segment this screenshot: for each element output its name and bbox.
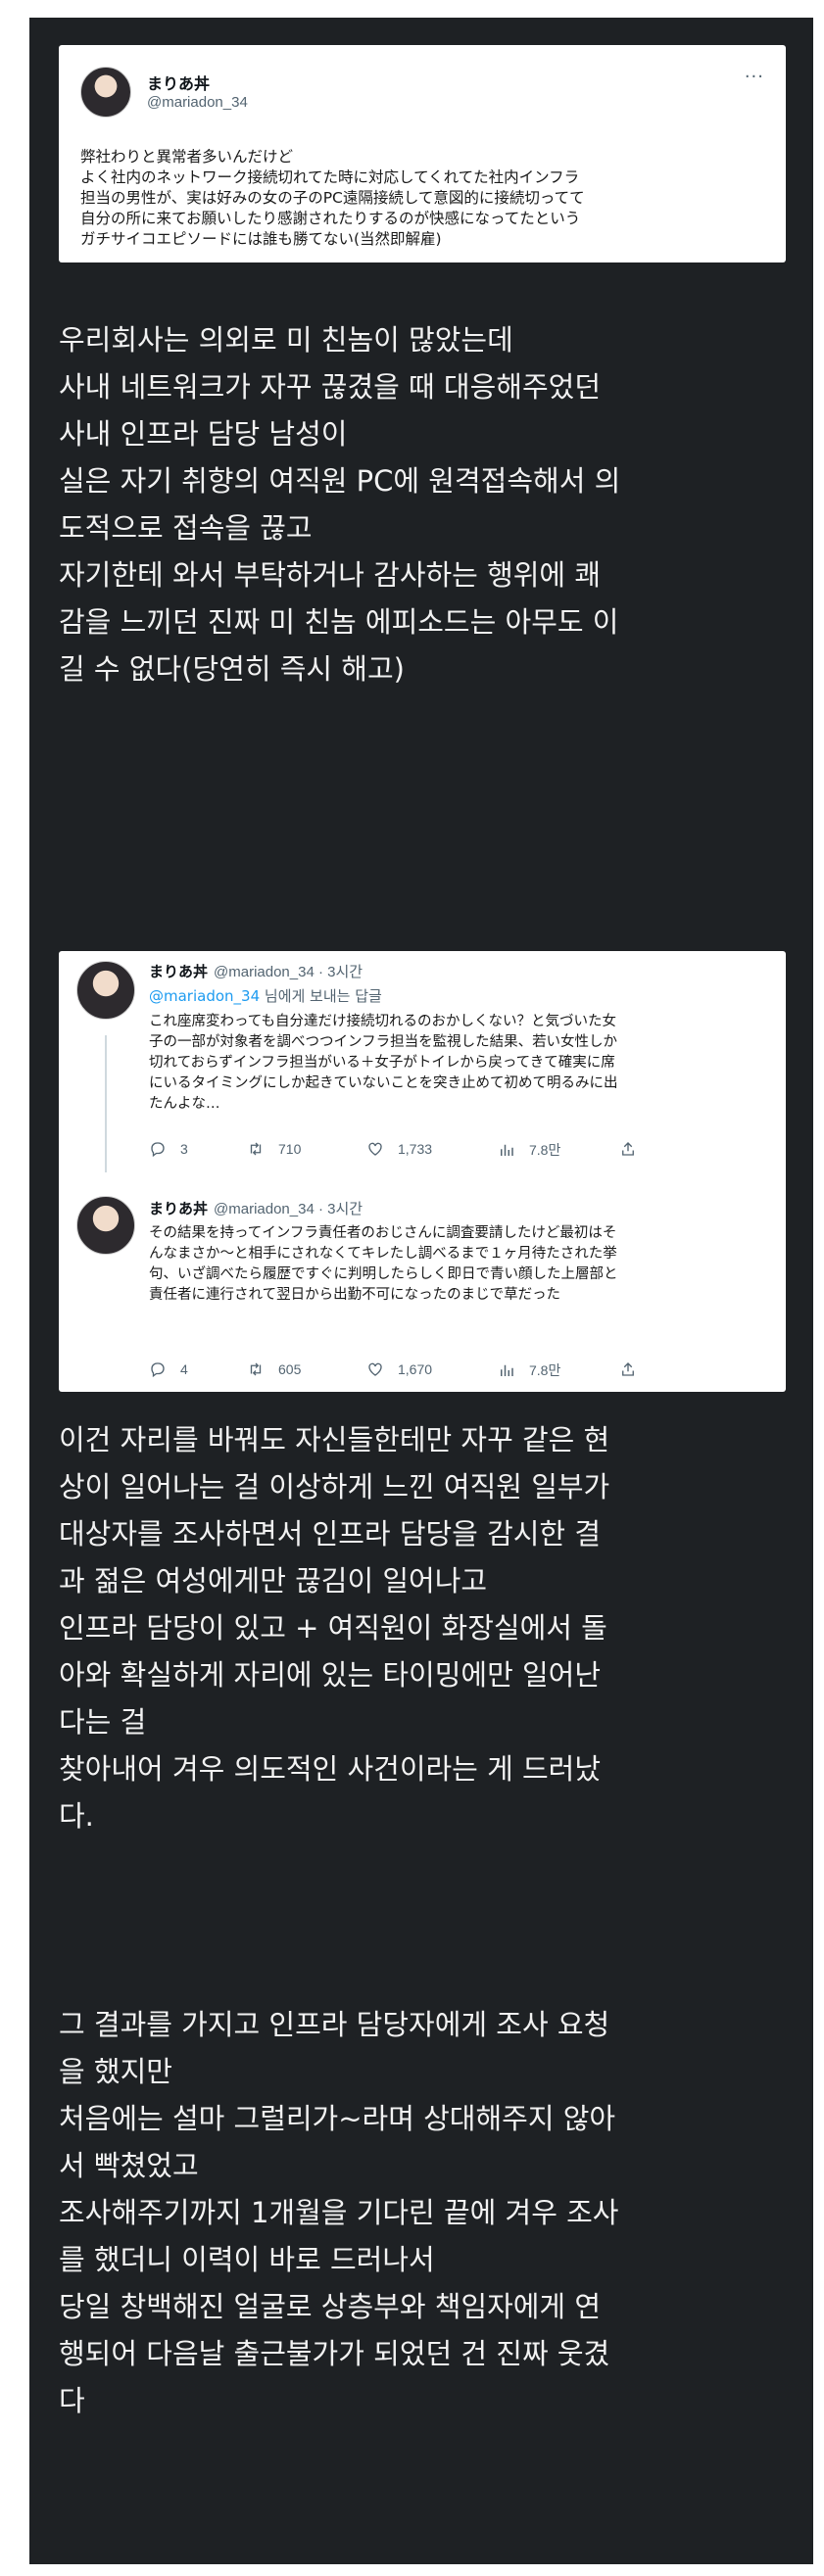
views-icon xyxy=(501,1144,513,1156)
more-icon[interactable]: ··· xyxy=(745,67,764,87)
avatar[interactable] xyxy=(80,67,131,118)
views-icon xyxy=(501,1364,513,1376)
reply-header: まりあ丼 @mariadon_34 · 3시간 xyxy=(149,961,363,981)
like-icon xyxy=(368,1362,382,1376)
reply-text: これ座席変わっても自分達だけ接続切れるのおかしくない？と気づいた女 子の一部が対… xyxy=(149,1014,618,1112)
reply-icon xyxy=(151,1362,165,1378)
retweet-icon xyxy=(250,1142,262,1156)
views-count: 7.8만 xyxy=(529,1142,561,1158)
translation-paragraph-1: 우리회사는 의외로 미 친놈이 많았는데 사내 네트워크가 자꾸 끊겼을 때 대… xyxy=(59,323,621,686)
tweet-handle[interactable]: @mariadon_34 xyxy=(147,94,248,111)
like-count: 1,670 xyxy=(398,1361,433,1377)
reply-button[interactable]: 3 xyxy=(149,1140,188,1158)
post-container: まりあ丼 @mariadon_34 ··· 弊社わりと異常者多いんだけど よく社… xyxy=(29,18,813,2564)
reply-display-name[interactable]: まりあ丼 xyxy=(149,1200,208,1217)
tweet-display-name[interactable]: まりあ丼 xyxy=(147,71,210,94)
retweet-icon xyxy=(250,1362,262,1376)
translation-paragraph-3: 그 결과를 가지고 인프라 담당자에게 조사 요청 을 했지만 처음에는 설마 … xyxy=(59,2008,619,2417)
reply-handle-time[interactable]: @mariadon_34 · 3시간 xyxy=(214,964,363,980)
reply-count: 4 xyxy=(180,1361,188,1377)
retweet-button[interactable]: 710 xyxy=(247,1140,301,1158)
reply-count: 3 xyxy=(180,1141,188,1157)
like-icon xyxy=(368,1142,382,1156)
avatar[interactable] xyxy=(76,1196,135,1255)
avatar[interactable] xyxy=(76,961,135,1020)
reply-thread-card: まりあ丼 @mariadon_34 · 3시간 @mariadon_34 님에게 … xyxy=(59,951,786,1392)
reply-button[interactable]: 4 xyxy=(149,1360,188,1378)
views-button[interactable]: 7.8만 xyxy=(498,1140,560,1160)
like-button[interactable]: 1,733 xyxy=(366,1140,432,1158)
share-button[interactable] xyxy=(619,1360,637,1378)
share-icon xyxy=(622,1142,634,1156)
thread-line xyxy=(105,1035,107,1172)
replying-to: @mariadon_34 님에게 보내는 답글 xyxy=(149,985,382,1006)
reply-text: その結果を持ってインフラ責任者のおじさんに調査要請したけど最初はそ んなまさか〜… xyxy=(149,1225,618,1303)
tweet-card: まりあ丼 @mariadon_34 ··· 弊社わりと異常者多いんだけど よく社… xyxy=(59,45,786,262)
translation-paragraph-2: 이건 자리를 바꿔도 자신들한테만 자꾸 같은 현 상이 일어나는 걸 이상하게… xyxy=(59,1423,610,1833)
share-icon xyxy=(622,1362,634,1376)
retweet-count: 710 xyxy=(278,1141,302,1157)
reply-header: まりあ丼 @mariadon_34 · 3시간 xyxy=(149,1198,363,1218)
like-button[interactable]: 1,670 xyxy=(366,1360,432,1378)
reply-handle-time[interactable]: @mariadon_34 · 3시간 xyxy=(214,1201,363,1217)
retweet-count: 605 xyxy=(278,1361,302,1377)
share-button[interactable] xyxy=(619,1140,637,1158)
reply-to-suffix: 님에게 보내는 답글 xyxy=(260,987,382,1005)
like-count: 1,733 xyxy=(398,1141,433,1157)
views-count: 7.8만 xyxy=(529,1362,561,1378)
action-bar: 3 710 1,733 7.8만 xyxy=(149,1140,756,1162)
retweet-button[interactable]: 605 xyxy=(247,1360,301,1378)
reply-display-name[interactable]: まりあ丼 xyxy=(149,963,208,980)
views-button[interactable]: 7.8만 xyxy=(498,1360,560,1380)
reply-icon xyxy=(151,1142,165,1158)
action-bar: 4 605 1,670 7.8만 xyxy=(149,1360,756,1382)
tweet-text: 弊社わりと異常者多いんだけど よく社内のネットワーク接続切れてた時に対応してくれ… xyxy=(80,148,585,248)
reply-mention[interactable]: @mariadon_34 xyxy=(149,987,260,1005)
